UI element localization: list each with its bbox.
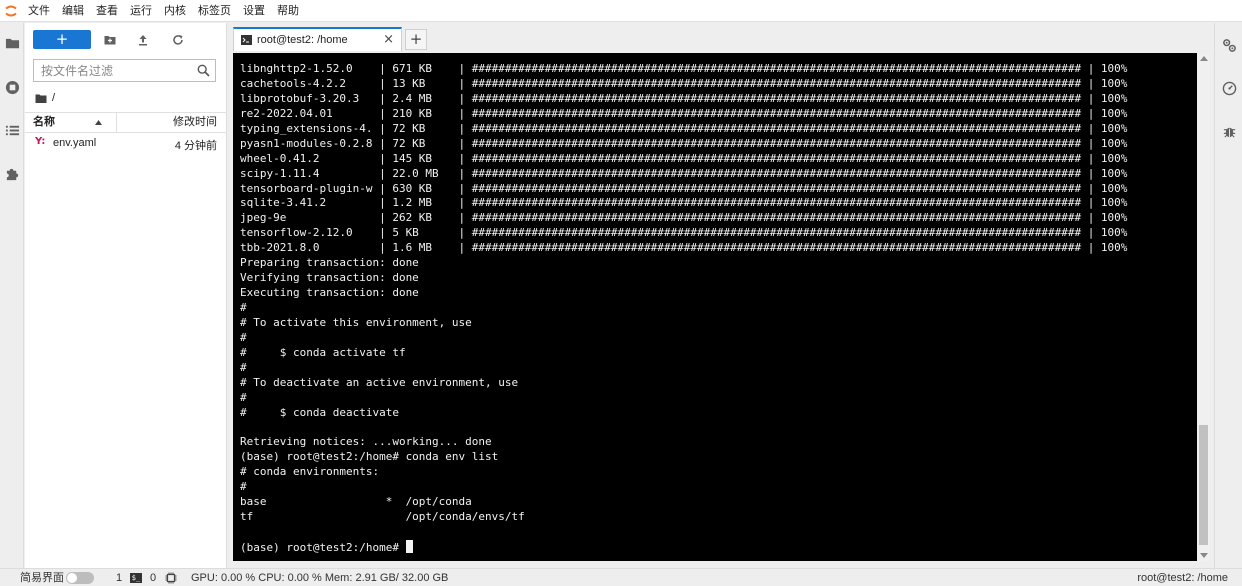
terminal-line: typing_extensions-4. | 72 KB | #########… — [240, 121, 1128, 135]
toggle-knob — [67, 573, 77, 583]
resource-usage: GPU: 0.00 % CPU: 0.00 % Mem: 2.91 GB/ 32… — [191, 572, 449, 584]
simple-mode-label: 简易界面 — [20, 572, 64, 584]
terminal-line: scipy-1.11.4 | 22.0 MB | ###############… — [240, 166, 1128, 180]
terminal-cursor — [405, 540, 413, 553]
refresh-icon[interactable] — [168, 30, 188, 49]
terminal-line: libnghttp2-1.52.0 | 671 KB | ###########… — [240, 62, 1128, 75]
file-list-header: 名称 修改时间 — [25, 112, 227, 133]
jupyter-logo-icon[interactable] — [0, 0, 22, 22]
menu-help[interactable]: 帮助 — [271, 0, 305, 22]
terminal-line: base * /opt/conda — [240, 495, 472, 509]
new-folder-icon[interactable] — [100, 30, 120, 49]
menu-bar: 文件 编辑 查看 运行 内核 标签页 设置 帮助 — [0, 0, 1242, 22]
scroll-up-arrow-icon[interactable] — [1200, 56, 1208, 61]
scroll-down-arrow-icon[interactable] — [1200, 553, 1208, 558]
terminal-line: # — [240, 480, 247, 494]
terminal-line: (base) root@test2:/home# — [240, 540, 1192, 555]
tab-bar: root@test2: /home × + — [228, 27, 1214, 51]
tab-label: root@test2: /home — [257, 34, 348, 46]
file-filter-box — [33, 59, 216, 82]
file-name: env.yaml — [53, 137, 97, 149]
terminal-count[interactable]: 1 — [116, 571, 122, 585]
terminal-line: # To activate this environment, use — [240, 315, 472, 329]
menu-edit[interactable]: 编辑 — [56, 0, 90, 22]
upload-icon[interactable] — [133, 30, 153, 49]
menu-tabs[interactable]: 标签页 — [192, 0, 237, 22]
file-modified-time: 4 分钟前 — [174, 140, 217, 152]
terminal-line: tf /opt/conda/envs/tf — [240, 510, 525, 524]
terminal-line: Retrieving notices: ...working... done — [240, 435, 492, 449]
sort-ascending-icon — [95, 120, 102, 125]
kernel-count[interactable]: 0 — [150, 571, 156, 585]
terminal-view[interactable]: libnghttp2-1.52.0 | 671 KB | ###########… — [233, 53, 1210, 561]
menu-file[interactable]: 文件 — [22, 0, 56, 22]
column-name[interactable]: 名称 — [25, 113, 117, 132]
terminal-line: libprotobuf-3.20.3 | 2.4 MB | ##########… — [240, 91, 1128, 105]
tab-terminal[interactable]: root@test2: /home × — [233, 27, 402, 51]
property-inspector-gears-icon[interactable] — [1215, 35, 1242, 55]
status-bar: 简易界面 1 $_ 0 GPU: 0.00 % CPU: 0.00 % Mem:… — [0, 568, 1242, 586]
close-icon[interactable]: × — [383, 33, 394, 46]
breadcrumb-path[interactable]: / — [52, 92, 55, 104]
menu-kernel[interactable]: 内核 — [158, 0, 192, 22]
terminal-line: # — [240, 330, 247, 344]
table-of-contents-icon[interactable] — [0, 120, 24, 140]
terminal-line: Executing transaction: done — [240, 286, 419, 300]
terminal-output: libnghttp2-1.52.0 | 671 KB | ###########… — [240, 62, 1192, 555]
menu-run[interactable]: 运行 — [124, 0, 158, 22]
terminal-line: Verifying transaction: done — [240, 271, 419, 285]
terminal-line: wheel-0.41.2 | 145 KB | ################… — [240, 151, 1128, 165]
terminal-line: jpeg-9e | 262 KB | #####################… — [240, 211, 1128, 225]
terminal-line: # conda environments: — [240, 465, 380, 479]
terminal-line: tensorflow-2.12.0 | 5 KB | #############… — [240, 226, 1128, 240]
terminal-line: # To deactivate an active environment, u… — [240, 375, 519, 389]
terminal-line: pyasn1-modules-0.2.8 | 72 KB | #########… — [240, 136, 1128, 150]
folder-icon[interactable] — [0, 33, 24, 53]
terminal-line: Preparing transaction: done — [240, 256, 419, 270]
file-browser-toolbar: + — [25, 23, 227, 55]
terminal-line: # — [240, 301, 247, 314]
file-list-item[interactable]: Y: env.yaml 4 分钟前 — [25, 135, 227, 152]
terminal-line: # $ conda deactivate — [240, 405, 399, 419]
terminal-line: sqlite-3.41.2 | 1.2 MB | ###############… — [240, 196, 1128, 210]
left-activity-bar — [0, 23, 24, 568]
terminal-line: # $ conda activate tf — [240, 345, 406, 359]
breadcrumb: / — [35, 90, 55, 106]
file-filter-input[interactable] — [34, 60, 194, 81]
simple-mode-toggle[interactable] — [66, 572, 94, 584]
status-active-tab: root@test2: /home — [1137, 572, 1228, 584]
terminal-icon: $_ — [130, 573, 142, 583]
terminal-line: cachetools-4.2.2 | 13 KB | #############… — [240, 76, 1128, 90]
column-modified[interactable]: 修改时间 — [173, 113, 217, 132]
new-launcher-button[interactable]: + — [33, 30, 91, 49]
add-tab-button[interactable]: + — [405, 29, 427, 50]
yaml-file-icon: Y: — [35, 136, 46, 147]
running-stop-icon[interactable] — [0, 77, 24, 97]
terminal-line: # — [240, 360, 247, 374]
home-folder-icon[interactable] — [35, 93, 47, 104]
terminal-line: tbb-2021.8.0 | 1.6 MB | ################… — [240, 241, 1128, 255]
terminal-icon — [241, 35, 252, 45]
scrollbar-thumb[interactable] — [1199, 425, 1208, 545]
debugger-gauge-icon[interactable] — [1215, 78, 1242, 98]
file-browser-panel: + / 名称 修改时间 Y: env.yaml 4 分钟前 — [25, 23, 227, 568]
kernel-chip-icon — [165, 572, 177, 584]
terminal-line: # — [240, 390, 247, 404]
terminal-line: tensorboard-plugin-w | 630 KB | ########… — [240, 181, 1128, 195]
right-sidebar — [1214, 23, 1242, 568]
bug-icon[interactable] — [1215, 121, 1242, 141]
terminal-line: (base) root@test2:/home# conda env list — [240, 450, 499, 464]
menu-view[interactable]: 查看 — [90, 0, 124, 22]
menu-settings[interactable]: 设置 — [237, 0, 271, 22]
extension-puzzle-icon[interactable] — [0, 163, 24, 183]
search-icon — [197, 64, 210, 77]
terminal-scrollbar[interactable] — [1197, 53, 1210, 561]
main-dock-area: root@test2: /home × + libnghttp2-1.52.0 … — [228, 23, 1214, 568]
terminal-line: re2-2022.04.01 | 210 KB | ##############… — [240, 106, 1128, 120]
